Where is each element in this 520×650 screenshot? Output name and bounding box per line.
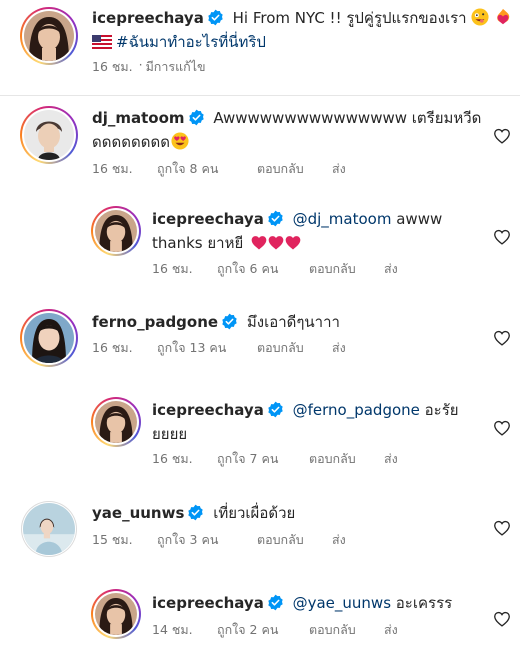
post-caption: icepreechaya Hi From NYC !! รูปคู่รูปแรก… [0,0,520,96]
zany-face-emoji-icon [471,8,489,26]
send-button[interactable]: ส่ง [384,449,398,469]
comment-likes[interactable]: ถูกใจ 3 คน [157,530,257,550]
comment-time: 16 ชม. [92,161,133,176]
caption-meta: 16 ชม. · มีการแก้ไข [92,57,206,77]
verified-badge-icon [188,109,205,126]
verified-badge-icon [221,313,238,330]
comment-avatar[interactable] [20,309,78,367]
reply-button[interactable]: ตอบกลับ [257,530,332,550]
reply-text: อะเครรร [395,594,453,612]
reply-time: 16 ชม. [152,261,193,276]
caption-edited: มีการแก้ไข [145,59,206,74]
comment-meta: 15 ชม. ถูกใจ 3 คน ตอบกลับ ส่ง [92,530,346,550]
comment-text: มึงเอาดีๆนาาา [246,313,340,331]
heart-outline-icon[interactable] [492,328,512,348]
send-button[interactable]: ส่ง [384,259,398,279]
avatar-photo [95,401,137,443]
reply-button[interactable]: ตอบกลับ [257,159,332,179]
comment-likes[interactable]: ถูกใจ 8 คน [157,159,257,179]
comment-username[interactable]: ferno_padgone [92,313,218,331]
heart-outline-icon[interactable] [492,609,512,629]
reply-username[interactable]: icepreechaya [152,210,264,228]
reply-mention[interactable]: @yae_uunws [293,594,391,612]
reply-username[interactable]: icepreechaya [152,401,264,419]
send-button[interactable]: ส่ง [332,338,346,358]
reply-meta: 16 ชม. ถูกใจ 7 คน ตอบกลับ ส่ง [152,449,398,469]
reply-button[interactable]: ตอบกลับ [309,449,384,469]
red-heart-emoji-icon [251,235,267,250]
send-button[interactable]: ส่ง [384,620,398,640]
comment-text-continued: ดดดดดดดด [92,133,170,151]
verified-badge-icon [207,9,224,26]
heart-on-fire-emoji-icon [497,8,510,25]
caption-time: 16 ชม. [92,59,133,74]
reply-avatar[interactable] [91,589,141,639]
reply-likes[interactable]: ถูกใจ 6 คน [217,259,309,279]
comment-avatar[interactable] [20,106,78,164]
reply-meta: 16 ชม. ถูกใจ 6 คน ตอบกลับ ส่ง [152,259,398,279]
caption-divider [0,95,520,96]
comment-username[interactable]: dj_matoom [92,109,185,127]
comment-likes[interactable]: ถูกใจ 13 คน [157,338,257,358]
heart-outline-icon[interactable] [492,418,512,438]
avatar-photo [24,313,74,363]
reply-username[interactable]: icepreechaya [152,594,264,612]
reply-time: 14 ชม. [152,622,193,637]
caption-text: Hi From NYC !! รูปคู่รูปแรกของเรา [232,9,467,27]
caption-hashtag[interactable]: #ฉันมาทำอะไรที่นี่ทริป [116,33,266,51]
red-heart-emoji-icon [268,235,284,250]
heart-eyes-emoji-icon [171,132,189,150]
comment-text: เที่ยวเผื่อด้วย [213,504,296,522]
heart-outline-icon[interactable] [492,227,512,247]
avatar-photo [95,210,137,252]
verified-badge-icon [267,210,284,227]
us-flag-icon [92,35,112,49]
comment-meta: 16 ชม. ถูกใจ 13 คน ตอบกลับ ส่ง [92,338,346,358]
red-heart-emoji-icon [285,235,301,250]
verified-badge-icon [267,401,284,418]
reply-meta: 14 ชม. ถูกใจ 2 คน ตอบกลับ ส่ง [152,620,398,640]
comment-text: Awwwwwwwwwwwwwww เตรียมหวีด [213,109,482,127]
reply-time: 16 ชม. [152,451,193,466]
comment-avatar[interactable] [21,501,77,557]
reply-likes[interactable]: ถูกใจ 7 คน [217,449,309,469]
reply-avatar[interactable] [91,397,141,447]
reply-mention[interactable]: @ferno_padgone [293,401,420,419]
reply-text: awww [396,210,443,228]
reply-text-continued: ยยยย [152,425,188,443]
avatar-photo [95,593,137,635]
verified-badge-icon [267,594,284,611]
comment-time: 15 ชม. [92,532,133,547]
reply-likes[interactable]: ถูกใจ 2 คน [217,620,309,640]
reply-button[interactable]: ตอบกลับ [309,620,384,640]
reply-button[interactable]: ตอบกลับ [309,259,384,279]
send-button[interactable]: ส่ง [332,530,346,550]
send-button[interactable]: ส่ง [332,159,346,179]
reply-mention[interactable]: @dj_matoom [293,210,392,228]
verified-badge-icon [187,504,204,521]
heart-outline-icon[interactable] [492,518,512,538]
caption-avatar[interactable] [20,7,78,65]
avatar-photo [23,503,75,555]
comment-time: 16 ชม. [92,340,133,355]
reply-button[interactable]: ตอบกลับ [257,338,332,358]
reply-text-continued: thanks ยาหยี [152,234,244,252]
comment-username[interactable]: yae_uunws [92,504,184,522]
caption-username[interactable]: icepreechaya [92,9,204,27]
heart-outline-icon[interactable] [492,126,512,146]
reply-text: อะรัย [424,401,459,419]
avatar-photo [24,110,74,160]
comment-meta: 16 ชม. ถูกใจ 8 คน ตอบกลับ ส่ง [92,159,346,179]
avatar-photo [24,11,74,61]
reply-avatar[interactable] [91,206,141,256]
